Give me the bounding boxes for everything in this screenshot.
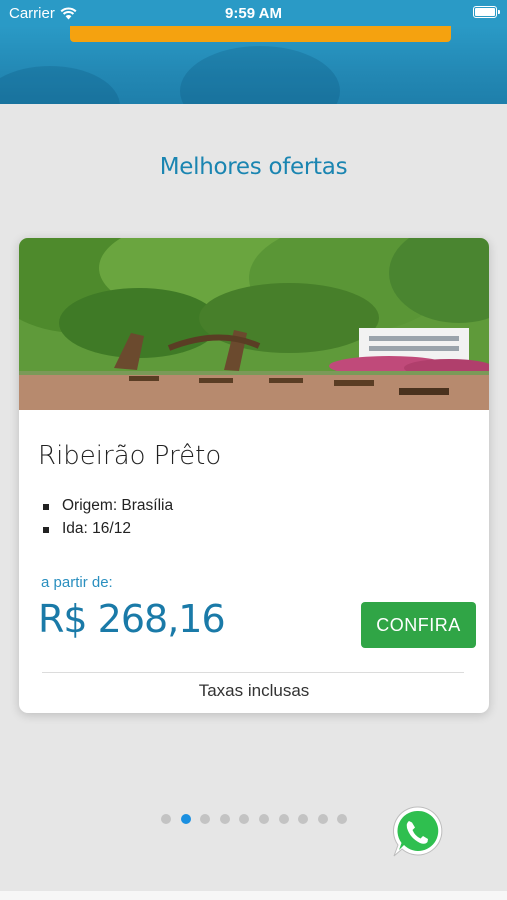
price-from-label: a partir de: bbox=[41, 574, 113, 591]
pagination-dot[interactable] bbox=[317, 814, 328, 824]
section-title: Melhores ofertas bbox=[159, 154, 348, 180]
pagination-dot[interactable] bbox=[219, 814, 230, 824]
banner-shape bbox=[180, 46, 340, 104]
pagination-dot[interactable] bbox=[278, 814, 289, 824]
banner-shape bbox=[0, 66, 120, 104]
pagination-dot[interactable] bbox=[239, 814, 250, 824]
confira-button[interactable]: CONFIRA bbox=[361, 602, 476, 648]
carousel-pagination[interactable] bbox=[161, 814, 348, 824]
offer-card[interactable]: Ribeirão Prêto Origem: Brasília Ida: 16/… bbox=[19, 238, 489, 713]
search-button-edge[interactable] bbox=[70, 26, 451, 42]
destination-photo bbox=[19, 238, 489, 410]
detail-departure: Ida: 16/12 bbox=[43, 520, 173, 543]
bottom-bar bbox=[0, 891, 507, 900]
pagination-dot[interactable] bbox=[337, 814, 348, 824]
detail-origin: Origem: Brasília bbox=[43, 497, 173, 520]
pagination-dot[interactable] bbox=[200, 814, 211, 824]
pagination-dot[interactable] bbox=[298, 814, 309, 824]
pagination-dot[interactable] bbox=[180, 814, 191, 824]
offer-details: Origem: Brasília Ida: 16/12 bbox=[43, 497, 173, 543]
status-bar: Carrier 9:59 AM bbox=[0, 0, 507, 26]
pagination-dot[interactable] bbox=[258, 814, 269, 824]
status-time: 9:59 AM bbox=[225, 5, 282, 22]
pagination-dot[interactable] bbox=[161, 814, 171, 824]
divider bbox=[42, 672, 464, 673]
taxes-note: Taxas inclusas bbox=[198, 681, 310, 700]
price-value: R$ 268,16 bbox=[38, 597, 226, 641]
whatsapp-icon[interactable] bbox=[389, 804, 445, 860]
destination-name: Ribeirão Prêto bbox=[38, 441, 222, 471]
battery-icon bbox=[473, 6, 500, 18]
